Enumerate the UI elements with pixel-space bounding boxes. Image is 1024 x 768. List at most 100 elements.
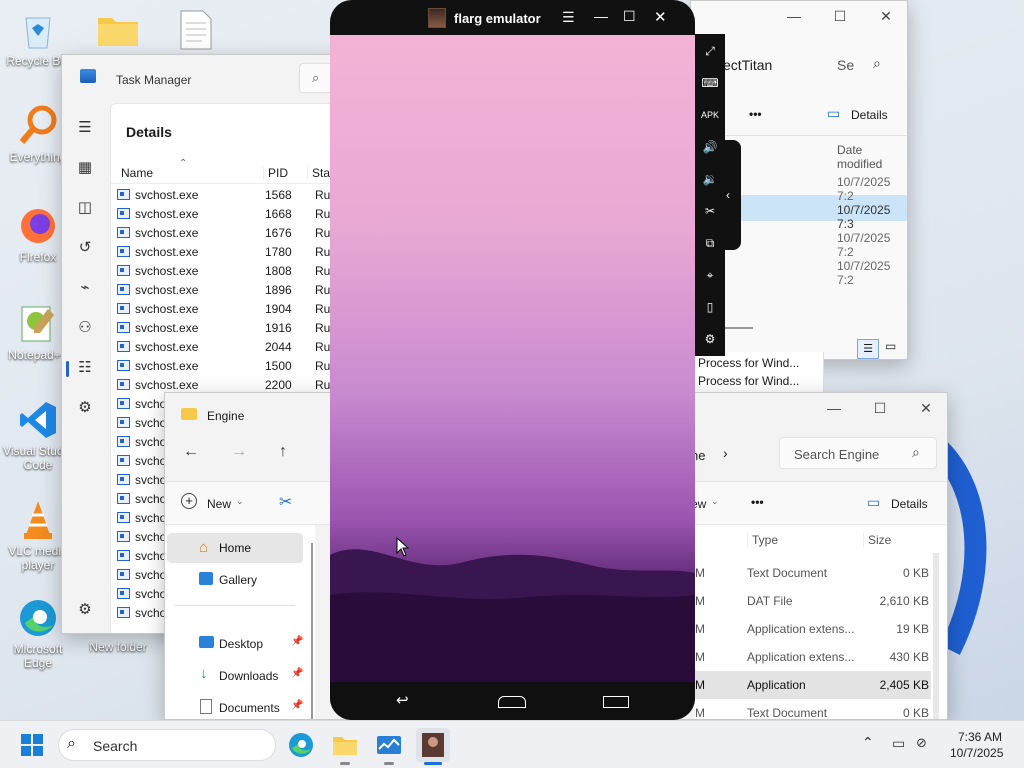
forward-arrow-icon[interactable]: → <box>231 443 247 461</box>
taskbar-task-manager[interactable] <box>372 728 406 762</box>
hamburger-menu-icon[interactable]: ☰ <box>76 119 94 137</box>
process-name: svchost.exe <box>135 264 199 278</box>
running-indicator <box>340 762 350 765</box>
table-row[interactable]: svchost.exe 1896 Run <box>111 281 350 300</box>
app-history-icon[interactable]: ↺ <box>76 239 94 257</box>
users-icon[interactable]: ⚇ <box>76 319 94 337</box>
emulator-window[interactable]: flarg emulator ☰ — ☐ ✕ ↩ <box>330 0 695 720</box>
processes-icon[interactable]: ▦ <box>76 159 94 177</box>
table-row[interactable]: svchost.exe 1500 Run <box>111 357 350 376</box>
back-button-icon[interactable]: ↩ <box>396 691 409 709</box>
volume-up-icon[interactable]: 🔊 <box>695 132 725 162</box>
close-icon[interactable]: ✕ <box>871 1 901 31</box>
process-name: svchost.exe <box>135 207 199 221</box>
nav-item-gallery[interactable]: Gallery <box>167 565 303 595</box>
keyboard-icon[interactable]: ⌨ <box>695 68 725 98</box>
table-row[interactable]: svchost.exe 1808 Run <box>111 262 350 281</box>
cut-icon[interactable]: ✂ <box>279 492 292 512</box>
vertical-scrollbar[interactable] <box>933 553 939 719</box>
details-view-icon[interactable]: ☰ <box>857 339 879 359</box>
file-size: 0 KB <box>902 706 929 720</box>
menu-icon[interactable]: ☰ <box>562 9 575 26</box>
new-button[interactable]: New <box>207 497 231 511</box>
column-header-name[interactable]: Name <box>121 166 153 180</box>
home-button-icon[interactable] <box>498 696 526 708</box>
settings-icon[interactable]: ⚙ <box>695 324 725 354</box>
table-row[interactable]: svchost.exe 1676 Run <box>111 224 350 243</box>
desktop-icon-new-folder[interactable]: New folder <box>80 640 156 654</box>
desktop-icon-document[interactable] <box>158 8 234 54</box>
table-row[interactable]: svchost.exe 1568 Run <box>111 186 350 205</box>
minimize-icon[interactable]: — <box>779 1 809 31</box>
taskbar-edge[interactable] <box>284 728 318 762</box>
recents-button-icon[interactable] <box>603 696 629 708</box>
details-pane-icon: ▭ <box>867 494 881 510</box>
startup-apps-icon[interactable]: ⌁ <box>76 279 94 297</box>
horizontal-scrollbar[interactable] <box>725 327 753 329</box>
column-header-date[interactable]: Date modified <box>837 143 907 171</box>
close-icon[interactable]: ✕ <box>911 393 941 423</box>
process-icon <box>117 436 130 447</box>
shake-icon[interactable]: ▯ <box>695 292 725 322</box>
breadcrumb[interactable]: ectTitan <box>723 57 772 73</box>
nav-item-home[interactable]: ⌂ Home <box>167 533 303 563</box>
taskbar-search-box[interactable]: ⌕ Search <box>58 729 276 761</box>
maximize-icon[interactable]: ☐ <box>865 393 895 423</box>
taskbar-emulator[interactable] <box>416 728 450 762</box>
details-button[interactable]: Details <box>851 108 888 122</box>
location-icon[interactable]: ⌖ <box>695 260 725 290</box>
nav-item-documents[interactable]: Documents 📌 <box>167 693 303 719</box>
services-icon[interactable]: ⚙ <box>76 399 94 417</box>
fullscreen-icon[interactable]: ⤢ <box>695 36 725 66</box>
maximize-icon[interactable]: ☐ <box>825 1 855 31</box>
table-row[interactable]: svchost.exe 2044 Run <box>111 338 350 357</box>
clock-time[interactable]: 7:36 AM <box>958 730 1002 744</box>
table-row[interactable]: svchost.exe 1916 Run <box>111 319 350 338</box>
file-row[interactable]: M Application extens... 19 KB <box>695 615 931 643</box>
desktop-icon-folder[interactable] <box>80 8 156 54</box>
file-type: Application extens... <box>747 622 855 636</box>
column-header-type[interactable]: Type <box>747 533 778 547</box>
tray-overflow-chevron-icon[interactable]: ⌃ <box>862 734 874 751</box>
file-row[interactable]: M Text Document 0 KB <box>695 559 931 587</box>
apk-install-icon[interactable]: APK <box>695 100 725 130</box>
column-header-size[interactable]: Size <box>863 533 891 547</box>
nav-item-downloads[interactable]: ↓ Downloads 📌 <box>167 661 303 691</box>
up-arrow-icon[interactable]: ↑ <box>279 443 287 461</box>
volume-muted-icon[interactable]: ⊘ <box>916 735 927 751</box>
taskbar-file-explorer[interactable] <box>328 728 362 762</box>
scissors-icon[interactable]: ✂ <box>695 196 725 226</box>
back-arrow-icon[interactable]: ← <box>183 443 199 461</box>
table-row[interactable]: svchost.exe 1904 Run <box>111 300 350 319</box>
emulator-logo-icon <box>428 8 446 28</box>
nav-scrollbar[interactable] <box>311 543 313 719</box>
nav-item-desktop[interactable]: Desktop 📌 <box>167 629 303 659</box>
maximize-icon[interactable]: ☐ <box>623 8 636 25</box>
more-options-button[interactable]: ••• <box>751 495 764 509</box>
file-row[interactable]: M DAT File 2,610 KB <box>695 587 931 615</box>
more-options-button[interactable]: ••• <box>749 107 762 121</box>
clock-date[interactable]: 10/7/2025 <box>950 746 1003 760</box>
file-row[interactable]: M Application extens... 430 KB <box>695 643 931 671</box>
multi-instance-icon[interactable]: ⧉ <box>695 228 725 258</box>
details-button[interactable]: Details <box>891 497 928 511</box>
details-icon[interactable]: ☷ <box>76 359 94 377</box>
table-row[interactable]: svchost.exe 1668 Run <box>111 205 350 224</box>
minimize-icon[interactable]: — <box>819 393 849 423</box>
network-icon[interactable]: ▭ <box>892 735 905 752</box>
start-button[interactable] <box>15 728 49 762</box>
search-placeholder: Search Engine <box>794 447 880 462</box>
android-screen[interactable] <box>330 35 695 682</box>
process-icon <box>117 246 130 257</box>
column-header-pid[interactable]: PID <box>263 166 288 180</box>
file-row[interactable]: M Application 2,405 KB <box>695 671 931 699</box>
performance-icon[interactable]: ◫ <box>76 199 94 217</box>
table-row[interactable]: svchost.exe 1780 Run <box>111 243 350 262</box>
file-row[interactable]: M Text Document 0 KB <box>695 699 931 720</box>
close-icon[interactable]: ✕ <box>654 8 667 26</box>
settings-icon[interactable]: ⚙ <box>76 601 94 619</box>
search-box[interactable]: Se <box>837 57 854 73</box>
minimize-icon[interactable]: — <box>594 8 608 24</box>
tiles-view-icon[interactable]: ▭ <box>885 339 896 353</box>
search-input[interactable]: Search Engine ⌕ <box>779 437 937 469</box>
